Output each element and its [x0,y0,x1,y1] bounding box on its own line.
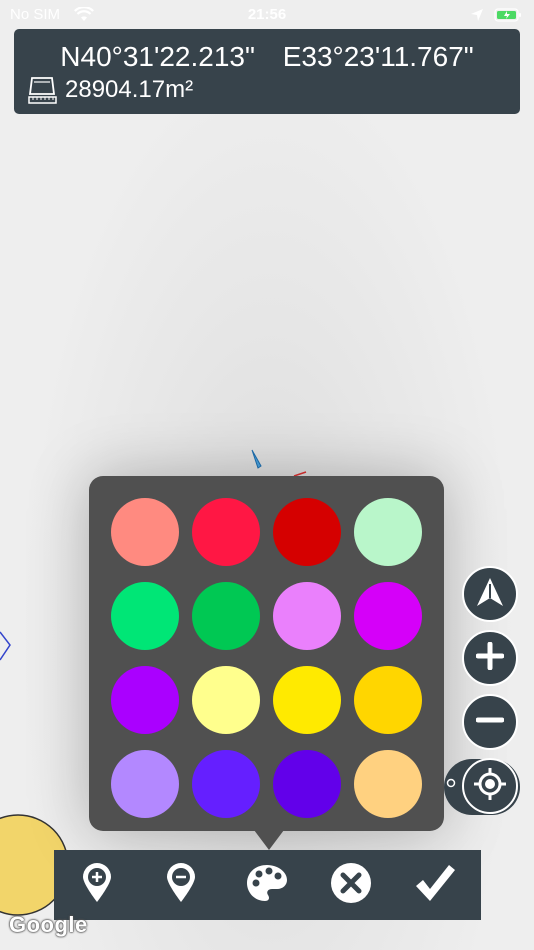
color-swatch[interactable] [111,666,179,734]
cancel-button[interactable] [316,850,386,920]
color-swatch[interactable] [273,666,341,734]
zoom-out-button[interactable] [462,694,518,750]
color-swatch[interactable] [273,582,341,650]
color-swatch[interactable] [354,498,422,566]
location-arrow-icon [470,8,484,26]
map-polygon-edge [0,631,11,661]
remove-marker-button[interactable] [146,850,216,920]
status-bar: No SIM 21:56 [0,0,534,30]
color-swatch[interactable] [111,498,179,566]
color-palette-button[interactable] [232,850,302,920]
battery-icon [494,8,522,26]
color-swatch[interactable] [192,666,260,734]
latitude-label: N40°31'22.213" [60,41,255,72]
bottom-toolbar [54,850,481,920]
area-value: 28904.17m² [65,76,194,103]
add-marker-icon [81,862,113,909]
zoom-in-button[interactable] [462,630,518,686]
location-status-dot [446,775,456,793]
color-swatch[interactable] [273,498,341,566]
clock: 21:56 [247,6,287,23]
close-icon [330,862,372,909]
confirm-button[interactable] [400,850,470,920]
navigation-button[interactable] [462,566,518,622]
coordinates-readout: N40°31'22.213" E33°23'11.767" [14,41,520,73]
navigation-arrow-icon [475,576,505,613]
color-swatch[interactable] [354,750,422,818]
color-swatch[interactable] [273,750,341,818]
color-palette-popup [89,476,444,831]
google-logo: Google [9,912,88,937]
palette-icon [245,863,289,908]
zoom-in-icon [475,641,505,675]
color-swatch[interactable] [192,498,260,566]
remove-marker-icon [165,862,197,909]
color-swatch[interactable] [192,750,260,818]
my-location-button[interactable] [462,758,518,814]
add-marker-button[interactable] [62,850,132,920]
checkmark-icon [413,862,457,909]
my-location-icon [473,767,507,806]
color-swatch[interactable] [354,666,422,734]
longitude-label: E33°23'11.767" [282,41,474,72]
color-swatch[interactable] [192,582,260,650]
area-measure-icon [28,75,58,110]
map-marker-shape [251,449,262,469]
color-swatch[interactable] [111,750,179,818]
zoom-out-icon [475,706,505,739]
coordinates-panel: N40°31'22.213" E33°23'11.767" 28904.17m² [14,29,520,114]
palette-popup-arrow [254,830,284,850]
color-swatch[interactable] [354,582,422,650]
color-swatch[interactable] [111,582,179,650]
